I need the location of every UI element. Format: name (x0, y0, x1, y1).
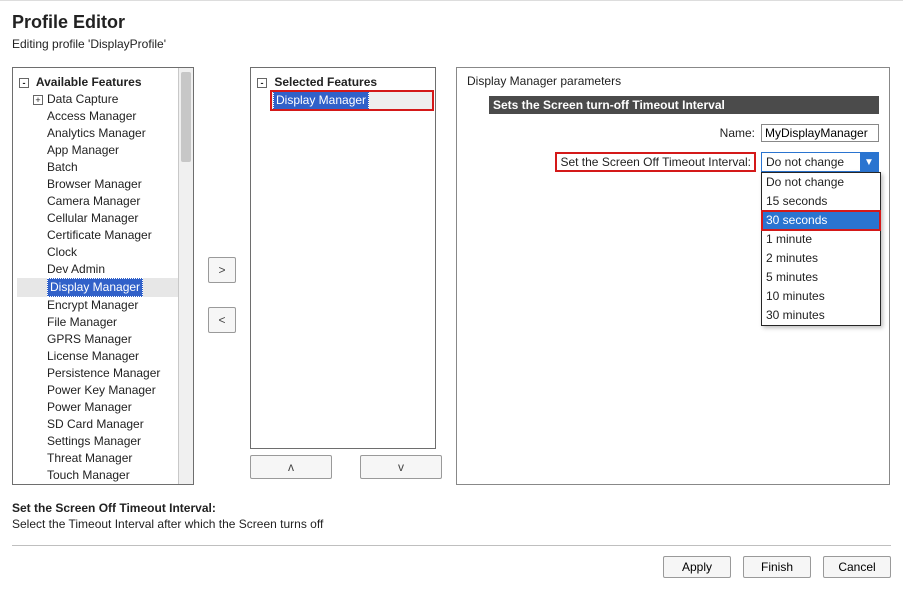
available-feature-item[interactable]: Power Manager (17, 399, 191, 416)
scrollbar-thumb[interactable] (181, 72, 191, 162)
collapse-icon[interactable]: - (257, 78, 267, 88)
feature-label: Display Manager (47, 278, 143, 297)
add-button[interactable]: > (208, 257, 236, 283)
dropdown-option[interactable]: 5 minutes (762, 268, 880, 287)
dropdown-option[interactable]: 10 minutes (762, 287, 880, 306)
parameters-panel: Display Manager parameters Sets the Scre… (456, 67, 890, 485)
dropdown-option[interactable]: 30 minutes (762, 306, 880, 325)
available-feature-item[interactable]: Threat Manager (17, 450, 191, 467)
page-title: Profile Editor (12, 12, 891, 33)
name-label: Name: (720, 126, 755, 140)
available-feature-item[interactable]: + Data Capture (17, 91, 191, 108)
dropdown-option[interactable]: 1 minute (762, 230, 880, 249)
available-feature-item[interactable]: Power Key Manager (17, 382, 191, 399)
available-feature-item[interactable]: Encrypt Manager (17, 297, 191, 314)
collapse-icon[interactable]: - (19, 78, 29, 88)
available-features-panel: - Available Features + Data Capture Access… (12, 67, 194, 485)
available-feature-item[interactable]: Display Manager (17, 278, 191, 297)
combo-value: Do not change (762, 155, 860, 169)
selected-features-panel: - Selected Features Display Manager (250, 67, 436, 449)
finish-button[interactable]: Finish (743, 556, 811, 578)
remove-button[interactable]: < (208, 307, 236, 333)
parameters-header: Display Manager parameters (467, 74, 879, 88)
available-feature-item[interactable]: Analytics Manager (17, 125, 191, 142)
available-feature-item[interactable]: Camera Manager (17, 193, 191, 210)
available-feature-item[interactable]: Cellular Manager (17, 210, 191, 227)
footer-help-text: Select the Timeout Interval after which … (12, 517, 891, 531)
cancel-button[interactable]: Cancel (823, 556, 891, 578)
selected-feature-row[interactable]: Display Manager (271, 91, 433, 110)
available-feature-item[interactable]: Access Manager (17, 108, 191, 125)
available-feature-item[interactable]: License Manager (17, 348, 191, 365)
scrollbar[interactable] (178, 68, 193, 484)
available-feature-item[interactable]: Certificate Manager (17, 227, 191, 244)
timeout-label: Set the Screen Off Timeout Interval: (556, 153, 755, 171)
move-up-button[interactable]: ʌ (250, 455, 332, 479)
footer-help-title: Set the Screen Off Timeout Interval: (12, 501, 891, 515)
available-feature-item[interactable]: SD Card Manager (17, 416, 191, 433)
selected-feature-label: Display Manager (273, 91, 369, 110)
available-feature-item[interactable]: Dev Admin (17, 261, 191, 278)
timeout-dropdown[interactable]: Do not change15 seconds30 seconds1 minut… (761, 172, 881, 326)
timeout-combo[interactable]: Do not change ▼ Do not change15 seconds3… (761, 152, 879, 172)
expand-icon[interactable]: + (33, 95, 43, 105)
available-feature-item[interactable]: Persistence Manager (17, 365, 191, 382)
available-feature-item[interactable]: Settings Manager (17, 433, 191, 450)
section-title-bar: Sets the Screen turn-off Timeout Interva… (489, 96, 879, 114)
chevron-down-icon[interactable]: ▼ (860, 153, 878, 171)
dropdown-option[interactable]: 2 minutes (762, 249, 880, 268)
dropdown-option[interactable]: 30 seconds (762, 211, 880, 230)
available-feature-item[interactable]: Clock (17, 244, 191, 261)
available-feature-item[interactable]: Browser Manager (17, 176, 191, 193)
available-feature-item[interactable]: Batch (17, 159, 191, 176)
available-feature-item[interactable]: Touch Manager (17, 467, 191, 484)
available-feature-item[interactable]: App Manager (17, 142, 191, 159)
dropdown-option[interactable]: Do not change (762, 173, 880, 192)
apply-button[interactable]: Apply (663, 556, 731, 578)
dropdown-option[interactable]: 15 seconds (762, 192, 880, 211)
selected-features-header: Selected Features (274, 75, 377, 89)
available-feature-item[interactable]: GPRS Manager (17, 331, 191, 348)
name-input[interactable] (761, 124, 879, 142)
page-subtitle: Editing profile 'DisplayProfile' (12, 37, 891, 51)
available-feature-item[interactable]: File Manager (17, 314, 191, 331)
move-down-button[interactable]: v (360, 455, 442, 479)
feature-label: Data Capture (47, 92, 118, 106)
available-features-header: Available Features (36, 75, 142, 89)
